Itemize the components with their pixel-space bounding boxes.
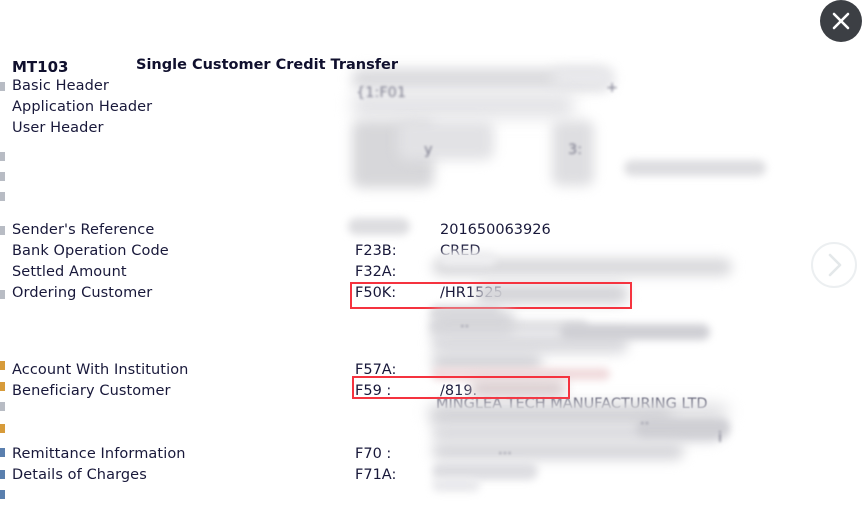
redacted-tag-senders-reference: [348, 218, 410, 235]
redacted-value-settled-amount: [432, 258, 732, 276]
close-button[interactable]: [820, 0, 862, 42]
tree-expander-icon[interactable]: [0, 82, 5, 91]
tree-expander-icon[interactable]: [0, 448, 5, 457]
message-type-title: MT103: [12, 58, 69, 76]
field-tag-bank-operation-code: F23B:: [355, 243, 397, 259]
field-label-senders-reference: Sender's Reference: [12, 222, 155, 238]
swift-message-viewer: {1:F01 + y 3: MT103 Single Customer Cred…: [0, 0, 863, 522]
tree-expander-icon[interactable]: [0, 172, 5, 181]
field-label-beneficiary-customer: Beneficiary Customer: [12, 383, 171, 399]
redacted-value-details-of-charges: [432, 462, 538, 480]
tree-item-application-header[interactable]: Application Header: [12, 99, 152, 115]
redacted-ordering-customer-line3: [430, 320, 588, 333]
field-tag-settled-amount: F32A:: [355, 264, 397, 280]
field-tag-account-with-institution: F57A:: [355, 362, 397, 378]
field-value-senders-reference: 201650063926: [440, 222, 551, 238]
tree-expander-icon[interactable]: [0, 424, 5, 433]
tree-item-basic-header[interactable]: Basic Header: [12, 78, 109, 94]
message-description: Single Customer Credit Transfer: [136, 57, 399, 73]
tree-expander-icon[interactable]: [0, 226, 5, 235]
field-label-bank-operation-code: Bank Operation Code: [12, 243, 169, 259]
field-value-bank-operation-code: CRED: [440, 243, 481, 259]
next-page-button[interactable]: [811, 242, 857, 288]
redacted-value-account-with-institution-2: [432, 368, 610, 380]
tree-item-user-header[interactable]: User Header: [12, 120, 104, 136]
field-tag-beneficiary-customer: F59 :: [355, 383, 392, 399]
partial-beneficiary-name: MINGLEA TECH MANUFACTURING LTD: [436, 396, 708, 412]
field-label-account-with-institution: Account With Institution: [12, 362, 189, 378]
tree-expander-icon[interactable]: [0, 290, 5, 299]
redacted-value-account-with-institution: [432, 352, 542, 372]
field-label-remittance-information: Remittance Information: [12, 446, 186, 462]
field-tag-remittance-information: F70 :: [355, 446, 392, 462]
tree-expander-icon[interactable]: [0, 382, 5, 391]
redacted-value-details-of-charges-2: [432, 478, 480, 492]
close-icon: [832, 12, 850, 30]
tree-expander-icon[interactable]: [0, 470, 5, 479]
tree-expander-icon[interactable]: [0, 152, 5, 161]
tree-expander-icon[interactable]: [0, 361, 5, 370]
field-value-ordering-customer: /HR1525: [440, 285, 503, 301]
field-label-details-of-charges: Details of Charges: [12, 467, 147, 483]
tree-expander-icon[interactable]: [0, 192, 5, 201]
field-tag-ordering-customer: F50K:: [355, 285, 397, 301]
field-label-ordering-customer: Ordering Customer: [12, 285, 153, 301]
tree-expander-icon[interactable]: [0, 402, 5, 411]
field-label-settled-amount: Settled Amount: [12, 264, 127, 280]
redacted-value-remittance-information: [432, 442, 684, 460]
field-tag-details-of-charges: F71A:: [355, 467, 397, 483]
chevron-right-icon: [828, 253, 842, 277]
tree-expander-icon[interactable]: [0, 490, 5, 499]
